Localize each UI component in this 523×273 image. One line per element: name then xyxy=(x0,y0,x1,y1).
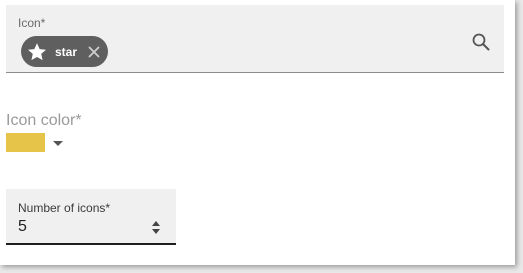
chip-label: star xyxy=(55,44,78,59)
number-of-icons-field[interactable]: Number of icons* 5 xyxy=(6,189,176,245)
star-icon xyxy=(25,40,49,64)
icon-color-label: Icon color* xyxy=(6,112,82,129)
chevron-down-icon[interactable] xyxy=(53,141,63,146)
search-icon[interactable] xyxy=(470,31,492,53)
icon-field[interactable]: Icon* star xyxy=(6,5,504,73)
close-icon[interactable] xyxy=(87,45,101,59)
number-of-icons-value[interactable]: 5 xyxy=(18,218,27,236)
stepper-down-icon[interactable] xyxy=(152,229,160,234)
number-of-icons-label: Number of icons* xyxy=(18,201,111,215)
quantity-stepper[interactable] xyxy=(151,220,163,236)
icon-field-label: Icon* xyxy=(18,16,46,30)
icon-color-select[interactable] xyxy=(6,133,66,153)
stepper-up-icon[interactable] xyxy=(152,221,160,226)
selected-icon-chip[interactable]: star xyxy=(21,36,108,67)
color-swatch xyxy=(6,133,45,152)
form-panel: Icon* star Icon color* Number of icons* … xyxy=(0,0,515,265)
